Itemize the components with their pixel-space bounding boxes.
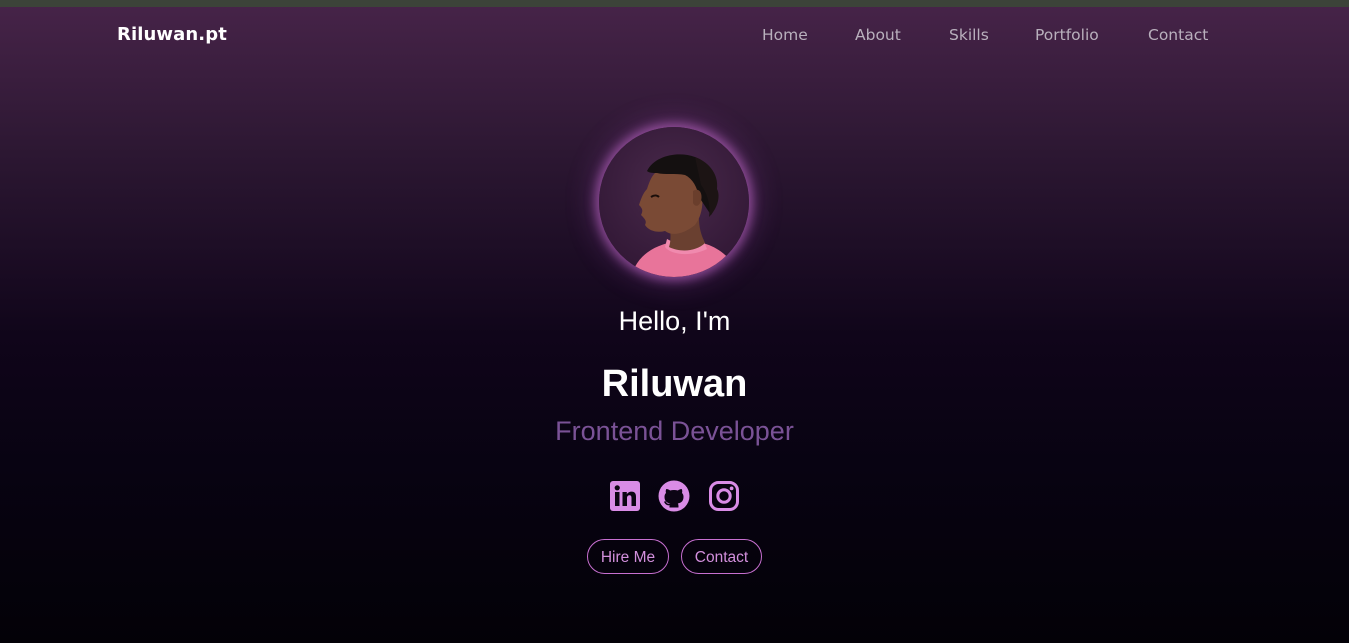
linkedin-link[interactable]: [609, 480, 641, 512]
contact-button[interactable]: Contact: [681, 539, 762, 574]
instagram-icon: [709, 481, 739, 511]
social-links: [0, 480, 1349, 512]
hero-role: Frontend Developer: [555, 416, 794, 446]
avatar: [599, 127, 749, 277]
github-link[interactable]: [658, 480, 690, 512]
hero-name: Riluwan: [601, 363, 748, 405]
nav-item-about[interactable]: About: [855, 26, 901, 44]
main-nav: Home About Skills Portfolio Contact: [0, 26, 1349, 48]
linkedin-icon: [610, 481, 640, 511]
nav-item-portfolio[interactable]: Portfolio: [1035, 26, 1099, 44]
nav-item-skills[interactable]: Skills: [949, 26, 989, 44]
hero-greeting: Hello, I'm: [618, 306, 731, 336]
profile-photo: [599, 127, 749, 277]
nav-item-contact[interactable]: Contact: [1148, 26, 1208, 44]
browser-top-strip: [0, 0, 1349, 7]
nav-item-home[interactable]: Home: [762, 26, 808, 44]
instagram-link[interactable]: [708, 480, 740, 512]
github-icon: [658, 480, 690, 512]
hire-me-button[interactable]: Hire Me: [587, 539, 669, 574]
